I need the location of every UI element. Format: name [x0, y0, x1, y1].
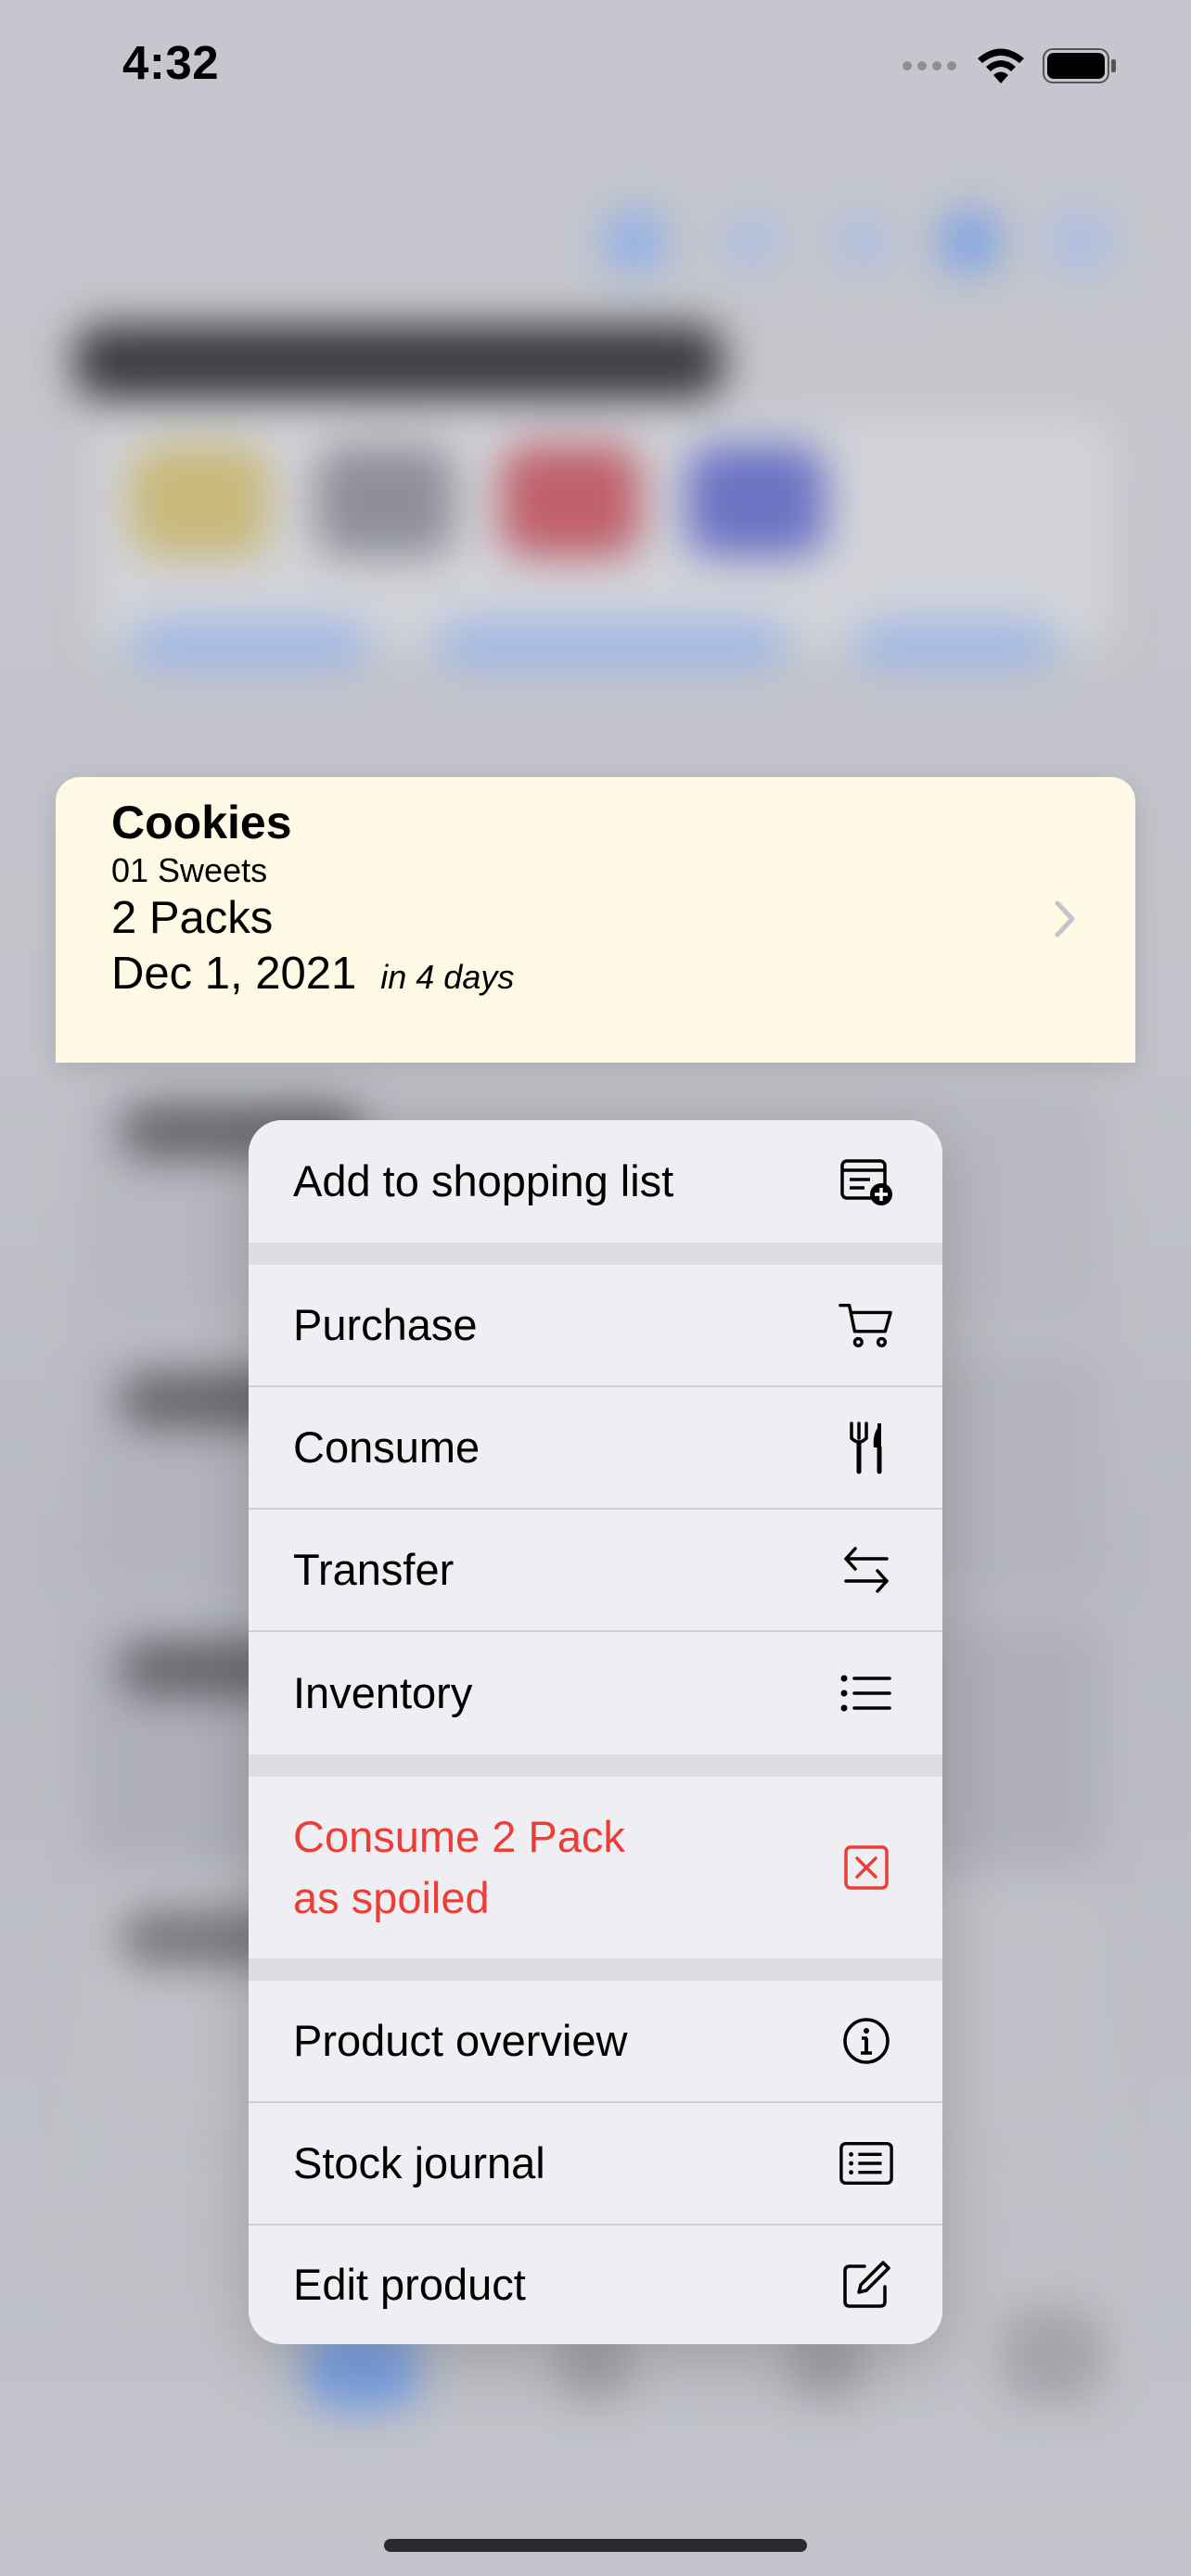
- menu-item-stock-journal[interactable]: Stock journal: [249, 2103, 942, 2224]
- menu-item-purchase[interactable]: Purchase: [249, 1265, 942, 1385]
- product-amount: 2 Packs: [111, 893, 274, 943]
- add-to-list-icon: [839, 1154, 894, 1209]
- menu-item-transfer[interactable]: Transfer: [249, 1510, 942, 1630]
- menu-item-consume[interactable]: Consume: [249, 1387, 942, 1508]
- group-separator: [249, 1754, 942, 1777]
- consume-spoiled-label: Consume 2 Pack as spoiled: [293, 1812, 625, 1922]
- status-time: 4:32: [122, 36, 220, 89]
- xmark-square-icon: [839, 1840, 894, 1895]
- home-indicator[interactable]: [384, 2539, 807, 2552]
- group-separator: [249, 1958, 942, 1981]
- product-card[interactable]: Cookies 01 Sweets 2 Packs Dec 1, 2021 in…: [56, 777, 1135, 1063]
- cart-icon: [839, 1297, 894, 1353]
- menu-item-consume-spoiled[interactable]: Consume 2 Pack as spoiled: [249, 1777, 942, 1958]
- group-separator: [249, 1243, 942, 1265]
- list-icon: [839, 1665, 894, 1721]
- menu-item-inventory[interactable]: Inventory: [249, 1632, 942, 1754]
- due-date: Dec 1, 2021: [111, 949, 357, 999]
- battery-icon: [1043, 47, 1117, 89]
- menu-item-product-overview[interactable]: Product overview: [249, 1981, 942, 2101]
- cellular-dots-icon: [902, 59, 959, 77]
- menu-item-add-to-shopping-list[interactable]: Add to shopping list: [249, 1120, 942, 1243]
- status-bar: 4:32: [0, 0, 1191, 139]
- menu-item-edit-product[interactable]: Edit product: [249, 2225, 942, 2344]
- journal-icon: [839, 2136, 894, 2191]
- fork-knife-icon: [839, 1420, 894, 1475]
- info-circle-icon: [839, 2013, 894, 2069]
- due-date-row: Dec 1, 2021 in 4 days: [111, 948, 514, 1000]
- due-relative: in 4 days: [380, 958, 515, 996]
- product-location: 01 Sweets: [111, 851, 268, 889]
- edit-square-icon: [839, 2257, 894, 2313]
- context-menu: Add to shopping list Purchase Consume Tr…: [249, 1120, 942, 2344]
- wifi-icon: [976, 46, 1026, 90]
- status-icons: [902, 45, 1117, 91]
- transfer-arrows-icon: [839, 1542, 894, 1598]
- chevron-right-icon: [1052, 896, 1080, 942]
- product-name: Cookies: [111, 797, 292, 848]
